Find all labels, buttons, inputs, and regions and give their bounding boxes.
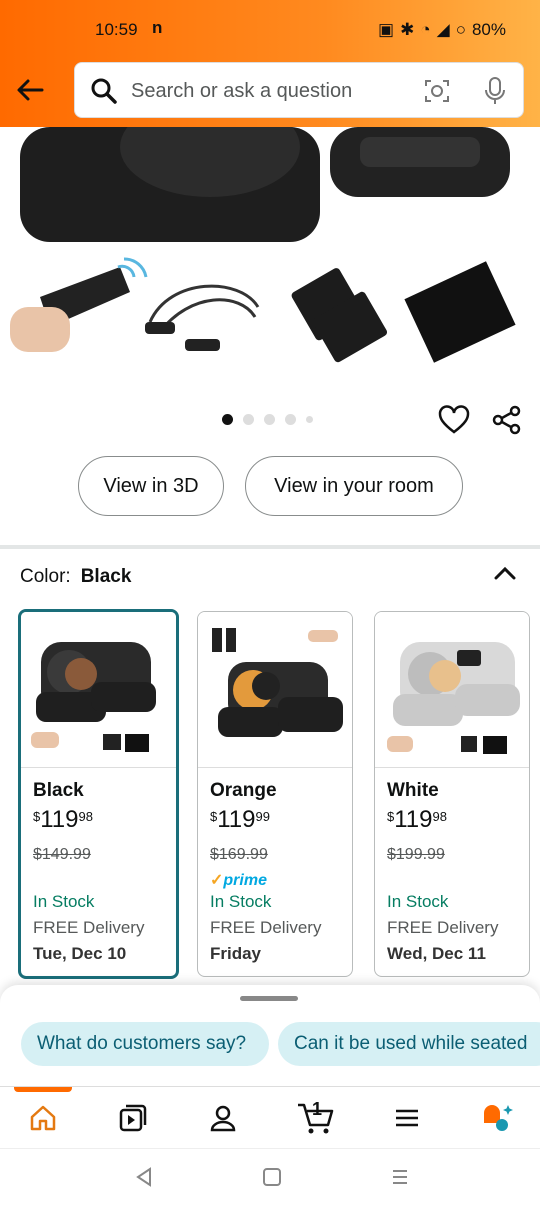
view-in-3d-button[interactable]: View in 3D: [78, 456, 224, 516]
nfc-icon: ▣: [378, 20, 395, 39]
carousel-dots: [222, 414, 313, 425]
carousel-dot[interactable]: [264, 414, 275, 425]
rufus-assistant-icon[interactable]: [480, 1103, 514, 1133]
list-price: $169.99: [210, 846, 268, 863]
status-time: 10:59: [95, 20, 138, 39]
carousel-dot[interactable]: [306, 416, 313, 423]
home-icon[interactable]: [28, 1103, 58, 1133]
delivery-text: FREE Delivery: [387, 918, 499, 937]
search-icon: [91, 78, 117, 104]
currency-symbol: $: [387, 809, 395, 824]
section-divider: [0, 545, 540, 549]
price-cents: 99: [255, 809, 270, 824]
sheet-drag-handle[interactable]: [240, 996, 298, 1001]
active-tab-indicator: [14, 1087, 72, 1092]
variant-price: $11998: [387, 806, 517, 834]
prime-badge: [33, 870, 164, 890]
stock-status: In Stock: [33, 892, 95, 911]
carousel-dot[interactable]: [285, 414, 296, 425]
delivery-date: Friday: [210, 944, 262, 963]
variant-name: Black: [33, 780, 84, 801]
color-label: Color:: [20, 566, 71, 587]
carousel-dot[interactable]: [222, 414, 233, 425]
question-chip[interactable]: Can it be used while seated: [278, 1022, 540, 1066]
variant-name: Orange: [210, 780, 277, 801]
product-image: [10, 127, 516, 363]
carrier-icon: n: [152, 18, 163, 37]
variant-price: $11999: [210, 806, 340, 834]
variant-card-orange[interactable]: Orange $11999 $169.99 ✓prime In Stock FR…: [197, 611, 353, 977]
app-header: 10:59 n ▣ ✱ ◔ ◢ ○ 80% Search or ask a qu…: [0, 0, 540, 127]
question-chip[interactable]: What do customers say?: [21, 1022, 269, 1066]
delivery-date: Tue, Dec 10: [33, 944, 127, 963]
status-bar: 10:59 n ▣ ✱ ◔ ◢ ○ 80%: [0, 18, 540, 44]
price-cents: 98: [78, 809, 93, 824]
bottom-nav: 1: [0, 1086, 540, 1148]
prime-label: prime: [223, 872, 267, 889]
variant-card-black[interactable]: Black $11998 $149.99 In Stock FREE Deliv…: [18, 609, 179, 979]
stock-status: In Stock: [387, 892, 449, 911]
wifi-icon: ◔: [420, 20, 431, 39]
cart-count: 1: [312, 1099, 323, 1119]
prime-badge: [387, 870, 517, 890]
view-in-room-button[interactable]: View in your room: [245, 456, 463, 516]
status-icons: ▣ ✱ ◔ ◢ ○ 80%: [378, 20, 506, 40]
microphone-icon[interactable]: [483, 76, 507, 106]
currency-symbol: $: [210, 809, 218, 824]
delivery-text: FREE Delivery: [33, 918, 145, 937]
heart-icon[interactable]: [438, 405, 470, 435]
account-icon[interactable]: [208, 1103, 238, 1133]
search-input[interactable]: Search or ask a question: [131, 80, 352, 103]
variant-card-white[interactable]: White $11998 $199.99 In Stock FREE Deliv…: [374, 611, 530, 977]
delivery-text: FREE Delivery: [210, 918, 322, 937]
prime-badge: ✓prime: [210, 872, 267, 889]
chevron-up-icon[interactable]: [492, 562, 518, 586]
variant-price: $11998: [33, 806, 164, 834]
system-nav-bar: [0, 1148, 540, 1206]
back-arrow-icon[interactable]: [14, 74, 46, 106]
price-dollars: 119: [40, 806, 79, 833]
product-image-carousel[interactable]: [0, 127, 540, 377]
video-icon[interactable]: [118, 1103, 148, 1133]
share-icon[interactable]: [492, 405, 522, 435]
variant-image: [375, 612, 529, 768]
system-back-icon[interactable]: [134, 1167, 154, 1187]
delivery-date: Wed, Dec 11: [387, 944, 486, 963]
variant-name: White: [387, 780, 439, 801]
search-bar[interactable]: Search or ask a question: [74, 62, 524, 118]
battery-icon: ○: [455, 20, 466, 39]
menu-icon[interactable]: [392, 1103, 422, 1133]
variant-image: [21, 612, 176, 768]
price-dollars: 119: [394, 806, 433, 833]
carousel-dot[interactable]: [243, 414, 254, 425]
system-recents-icon[interactable]: [390, 1167, 410, 1187]
system-home-icon[interactable]: [262, 1167, 282, 1187]
bluetooth-icon: ✱: [400, 20, 415, 39]
color-value: Black: [80, 566, 132, 587]
list-price: $199.99: [387, 846, 445, 863]
price-cents: 98: [432, 809, 447, 824]
price-dollars: 119: [217, 806, 256, 833]
list-price: $149.99: [33, 846, 91, 863]
camera-scan-icon[interactable]: [423, 77, 451, 105]
stock-status: In Stock: [210, 892, 272, 911]
variant-image: [198, 612, 352, 768]
battery-percent: 80%: [471, 20, 506, 39]
currency-symbol: $: [33, 809, 41, 824]
signal-icon: ◢: [436, 20, 450, 39]
color-selector-label: Color: Black: [20, 566, 131, 588]
